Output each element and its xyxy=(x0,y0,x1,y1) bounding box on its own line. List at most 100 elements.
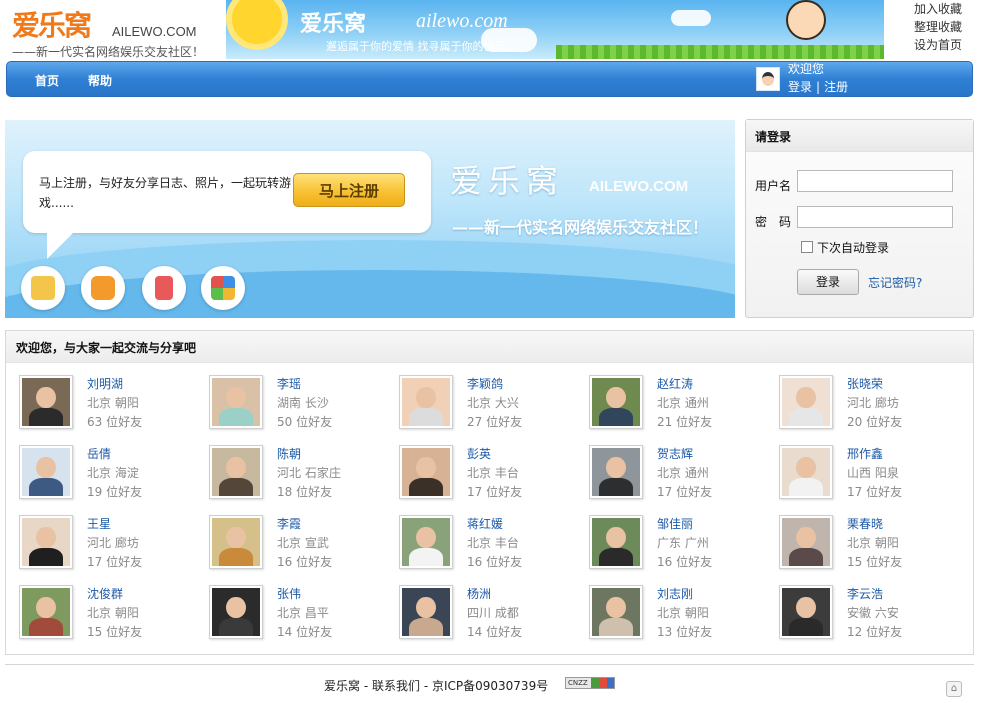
member-friends: 19 位好友 xyxy=(87,485,143,499)
register-now-button[interactable]: 马上注册 xyxy=(293,173,405,207)
member-photo[interactable] xyxy=(399,585,453,639)
site-logo[interactable]: 爱乐窝 AILEWO.COM ——新一代实名网络娱乐交友社区！ xyxy=(12,4,212,60)
member-location: 北京 丰台 xyxy=(467,536,519,550)
icp-link[interactable]: 京ICP备09030739号 xyxy=(432,679,548,693)
message-icon xyxy=(21,266,65,310)
member-photo[interactable] xyxy=(399,515,453,569)
member-photo[interactable] xyxy=(209,585,263,639)
member-card: 沈俊群 北京 朝阳 15 位好友 xyxy=(19,585,199,645)
nav-home[interactable]: 首页 xyxy=(35,72,59,89)
member-location: 山西 阳泉 xyxy=(847,466,899,480)
member-photo[interactable] xyxy=(779,515,833,569)
member-name[interactable]: 刘志刚 xyxy=(657,585,693,602)
password-label: 密 码 xyxy=(755,215,792,229)
home-icon[interactable]: ⌂ xyxy=(946,681,962,697)
member-friends: 16 位好友 xyxy=(657,555,713,569)
member-location: 北京 朝阳 xyxy=(657,606,709,620)
username-input[interactable] xyxy=(797,170,953,192)
member-photo[interactable] xyxy=(19,515,73,569)
add-bookmark-link[interactable]: 加入收藏 xyxy=(914,0,974,18)
login-button[interactable]: 登录 xyxy=(797,269,859,295)
login-panel: 请登录 用户名 密 码 下次自动登录 登录 忘记密码? xyxy=(745,119,974,318)
hero-text: 马上注册，与好友分享日志、照片，一起玩转游戏...... xyxy=(39,176,292,210)
member-card: 蒋红媛 北京 丰台 16 位好友 xyxy=(399,515,579,575)
header-banner: 爱乐窝 ailewo.com 邂逅属于你的爱情 找寻属于你的快乐...... xyxy=(226,0,884,59)
speech-bubble: 马上注册，与好友分享日志、照片，一起玩转游戏...... 马上注册 xyxy=(23,151,431,259)
member-photo[interactable] xyxy=(209,375,263,429)
member-photo[interactable] xyxy=(779,445,833,499)
member-photo[interactable] xyxy=(19,585,73,639)
members-title: 欢迎您，与大家一起交流与分享吧 xyxy=(16,341,197,355)
member-photo[interactable] xyxy=(399,445,453,499)
organize-bookmarks-link[interactable]: 整理收藏 xyxy=(914,18,974,36)
member-photo[interactable] xyxy=(209,515,263,569)
remember-checkbox[interactable] xyxy=(801,241,813,253)
member-name[interactable]: 彭英 xyxy=(467,445,491,462)
member-card: 李霞 北京 宣武 16 位好友 xyxy=(209,515,389,575)
member-location: 北京 海淀 xyxy=(87,466,139,480)
footer: 爱乐窝 - 联系我们 - 京ICP备09030739号 xyxy=(324,677,548,694)
member-friends: 21 位好友 xyxy=(657,415,713,429)
member-photo[interactable] xyxy=(589,515,643,569)
hero-banner: 马上注册，与好友分享日志、照片，一起玩转游戏...... 马上注册 爱乐窝 AI… xyxy=(5,120,735,318)
grass-decoration xyxy=(556,45,884,59)
member-photo[interactable] xyxy=(589,375,643,429)
member-name[interactable]: 杨洲 xyxy=(467,585,491,602)
auth-links: 登录 | 注册 xyxy=(788,78,848,95)
password-input[interactable] xyxy=(797,206,953,228)
member-name[interactable]: 李霞 xyxy=(277,515,301,532)
member-name[interactable]: 李瑶 xyxy=(277,375,301,392)
member-photo[interactable] xyxy=(589,585,643,639)
user-face-icon xyxy=(762,72,774,86)
hero-tagline: ——新一代实名网络娱乐交友社区！ xyxy=(452,218,709,237)
member-card: 彭英 北京 丰台 17 位好友 xyxy=(399,445,579,505)
apps-icon xyxy=(201,266,245,310)
member-friends: 14 位好友 xyxy=(277,625,333,639)
sun-icon xyxy=(232,0,282,44)
camera-icon xyxy=(81,266,125,310)
member-name[interactable]: 岳倩 xyxy=(87,445,111,462)
member-card: 陈朝 河北 石家庄 18 位好友 xyxy=(209,445,389,505)
member-name[interactable]: 邢作鑫 xyxy=(847,445,883,462)
member-location: 北京 通州 xyxy=(657,466,709,480)
cnzz-badge[interactable]: CNZZ xyxy=(565,677,615,689)
member-friends: 17 位好友 xyxy=(87,555,143,569)
set-homepage-link[interactable]: 设为首页 xyxy=(914,36,974,54)
member-name[interactable]: 贺志辉 xyxy=(657,445,693,462)
member-photo[interactable] xyxy=(19,445,73,499)
member-name[interactable]: 李颖鸽 xyxy=(467,375,503,392)
footer-site-link[interactable]: 爱乐窝 xyxy=(324,679,360,693)
member-name[interactable]: 赵红涛 xyxy=(657,375,693,392)
member-name[interactable]: 沈俊群 xyxy=(87,585,123,602)
nav-login-link[interactable]: 登录 xyxy=(788,80,812,94)
member-photo[interactable] xyxy=(399,375,453,429)
member-name[interactable]: 王星 xyxy=(87,515,111,532)
nav-help[interactable]: 帮助 xyxy=(88,72,112,89)
member-card: 刘志刚 北京 朝阳 13 位好友 xyxy=(589,585,769,645)
member-photo[interactable] xyxy=(779,375,833,429)
forgot-password-link[interactable]: 忘记密码? xyxy=(868,274,922,291)
member-photo[interactable] xyxy=(779,585,833,639)
footer-separator: - xyxy=(360,679,372,693)
member-friends: 15 位好友 xyxy=(847,555,903,569)
member-name[interactable]: 刘明湖 xyxy=(87,375,123,392)
member-name[interactable]: 栗春晓 xyxy=(847,515,883,532)
member-name[interactable]: 张晓荣 xyxy=(847,375,883,392)
logo-text: 爱乐窝 xyxy=(12,9,92,42)
member-photo[interactable] xyxy=(19,375,73,429)
contact-link[interactable]: 联系我们 xyxy=(372,679,420,693)
member-name[interactable]: 蒋红媛 xyxy=(467,515,503,532)
member-name[interactable]: 邹佳丽 xyxy=(657,515,693,532)
member-card: 张晓荣 河北 廊坊 20 位好友 xyxy=(779,375,959,435)
member-name[interactable]: 张伟 xyxy=(277,585,301,602)
member-photo[interactable] xyxy=(589,445,643,499)
member-name[interactable]: 李云浩 xyxy=(847,585,883,602)
member-location: 北京 大兴 xyxy=(467,396,519,410)
member-photo[interactable] xyxy=(209,445,263,499)
member-card: 张伟 北京 昌平 14 位好友 xyxy=(209,585,389,645)
top-links: 加入收藏 整理收藏 设为首页 xyxy=(914,0,974,54)
member-location: 北京 宣武 xyxy=(277,536,329,550)
nav-register-link[interactable]: 注册 xyxy=(824,80,848,94)
member-location: 河北 廊坊 xyxy=(87,536,139,550)
member-name[interactable]: 陈朝 xyxy=(277,445,301,462)
